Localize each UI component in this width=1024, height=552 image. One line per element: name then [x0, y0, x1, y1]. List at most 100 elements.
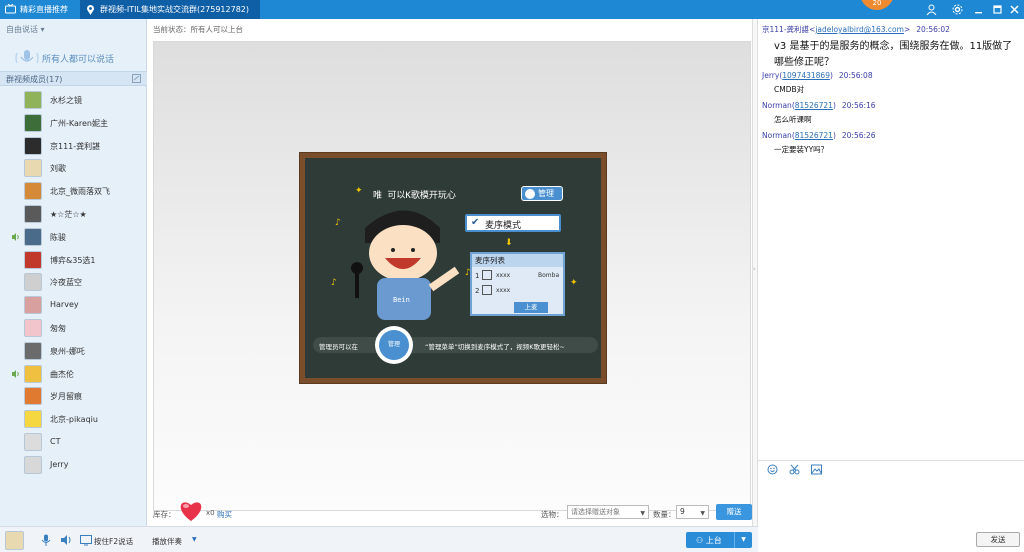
avatar[interactable] — [24, 273, 42, 292]
avatar[interactable] — [24, 296, 42, 315]
expand-icon[interactable] — [132, 74, 141, 83]
maximize-icon[interactable] — [991, 3, 1004, 16]
message-contact-link[interactable]: 81526721 — [795, 131, 833, 140]
member-item[interactable]: 京111-龚利諶 — [0, 135, 147, 157]
chalk-queue-mode: ✔ 麦序模式 — [465, 214, 561, 232]
avatar[interactable] — [24, 341, 42, 360]
microphone-icon[interactable] — [40, 534, 52, 546]
buy-link[interactable]: 购买 — [217, 509, 232, 520]
member-item[interactable]: 北京-pikaqiu — [0, 408, 147, 430]
send-gift-button[interactable]: 赠送 — [716, 504, 752, 520]
message-time: 20:56:16 — [841, 101, 876, 110]
member-name: 陈骏 — [50, 232, 66, 242]
message-contact-link[interactable]: jadeloyalbird@163.com — [815, 25, 904, 34]
monitor-icon[interactable] — [80, 534, 92, 546]
quantity-select[interactable]: 9 ▼ — [676, 505, 709, 519]
hint-left: 管理员可以在 — [319, 343, 358, 351]
queue-row-num: 2 — [475, 287, 480, 295]
chevron-down-icon: ▾ — [40, 25, 45, 34]
avatar[interactable] — [24, 136, 42, 155]
queue-row-name: xxxx — [496, 287, 511, 294]
boy-illustration — [351, 210, 460, 320]
speaker-icon[interactable] — [60, 534, 72, 546]
member-item[interactable]: 广州-Karen妮主 — [0, 112, 147, 134]
chalk-up-button: 上麦 — [514, 302, 548, 313]
member-item[interactable]: 冷夜蓝空 — [0, 271, 147, 293]
avatar[interactable] — [24, 387, 42, 406]
left-splitter[interactable] — [147, 19, 149, 526]
go-onstage-button[interactable]: ⚇ 上台 ▼ — [686, 532, 752, 548]
message-contact-link[interactable]: 81526721 — [795, 101, 833, 110]
arrow-down-icon: ⬇ — [505, 238, 513, 248]
member-name: 广州-Karen妮主 — [50, 118, 108, 128]
self-avatar[interactable] — [5, 531, 24, 550]
chevron-down-icon[interactable]: ▼ — [192, 536, 197, 543]
message-input[interactable] — [758, 478, 1024, 530]
gear-icon[interactable] — [951, 3, 964, 16]
queue-row-song: Bomba — [538, 272, 560, 279]
avatar[interactable] — [24, 250, 42, 269]
message-sender[interactable]: Norman — [762, 131, 792, 140]
member-item[interactable]: 博弈&35选1 — [0, 249, 147, 271]
tab-live-recommend[interactable]: 精彩直播推荐 — [0, 0, 78, 19]
close-icon[interactable] — [1008, 3, 1021, 16]
location-icon — [87, 5, 94, 15]
message-sender[interactable]: 京111-龚利諶 — [762, 25, 809, 34]
message-contact-close: ) — [829, 71, 833, 80]
message-sender[interactable]: Jerry — [762, 71, 779, 80]
image-icon[interactable] — [811, 464, 822, 475]
avatar[interactable] — [24, 227, 42, 246]
avatar[interactable] — [24, 319, 42, 337]
member-item[interactable]: 曲杰伦 — [0, 363, 147, 385]
message-contact-link[interactable]: 1097431869 — [782, 71, 830, 80]
member-name: 岁月留痕 — [50, 392, 82, 402]
quantity-value: 9 — [680, 507, 685, 516]
member-item[interactable]: 水杉之镜 — [0, 89, 147, 111]
member-name: 北京_微雨落双飞 — [50, 187, 110, 197]
member-item[interactable]: 北京_微雨落双飞 — [0, 180, 147, 202]
message-time: 20:56:08 — [838, 71, 873, 80]
push-to-talk-label[interactable]: 按住F2说话 — [94, 536, 133, 547]
message-header: Norman(81526721) 20:56:16 — [762, 101, 876, 110]
level-badge[interactable]: 20 — [860, 0, 894, 10]
member-item[interactable]: 刘歌 — [0, 157, 147, 179]
shirt-text: Bein — [393, 296, 410, 304]
avatar[interactable] — [24, 91, 42, 109]
member-item[interactable]: 陈骏 — [0, 226, 147, 248]
avatar[interactable] — [24, 455, 42, 474]
member-item[interactable]: Jerry — [0, 454, 147, 476]
tab-group-video[interactable]: 群视频-ITIL集地实战交流群(275912782) — [80, 0, 260, 19]
message-body: 一定要装YY吗？ — [774, 145, 829, 154]
message-sender[interactable]: Norman — [762, 101, 792, 110]
avatar[interactable] — [24, 433, 42, 451]
message-time: 20:56:02 — [916, 25, 950, 34]
gift-recipient-select[interactable]: 请选择赠送对象 ▼ — [567, 505, 649, 519]
message-contact-close: > — [903, 25, 911, 34]
send-button[interactable]: 发送 — [976, 532, 1020, 547]
member-item[interactable]: 岁月留痕 — [0, 385, 147, 407]
member-item[interactable]: 匆匆 — [0, 317, 147, 339]
avatar[interactable] — [24, 182, 42, 201]
speaking-icon — [12, 232, 19, 241]
member-name: Harvey — [50, 300, 79, 310]
avatar[interactable] — [24, 205, 42, 223]
emoji-icon[interactable] — [767, 464, 778, 475]
tab-label: 群视频-ITIL集地实战交流群(275912782) — [100, 5, 249, 14]
chalk-manage-label: 管理 — [538, 189, 554, 198]
chevron-down-icon[interactable]: ▼ — [734, 532, 752, 548]
member-item[interactable]: ★☆茫☆★ — [0, 203, 147, 225]
avatar[interactable] — [24, 364, 42, 383]
avatar[interactable] — [24, 113, 42, 132]
message-header: Norman(81526721) 20:56:26 — [762, 131, 876, 140]
speak-mode-select[interactable]: 自由说话 ▾ — [6, 24, 45, 35]
avatar[interactable] — [24, 159, 42, 178]
screenshot-scissors-icon[interactable] — [789, 464, 800, 475]
play-accompaniment-button[interactable]: 播放伴奏 — [152, 536, 182, 547]
avatar[interactable] — [24, 410, 42, 429]
member-item[interactable]: Harvey — [0, 294, 147, 316]
member-item[interactable]: CT — [0, 431, 147, 453]
heart-icon[interactable] — [178, 499, 204, 523]
minimize-icon[interactable] — [972, 3, 985, 16]
user-icon[interactable] — [925, 3, 938, 16]
member-item[interactable]: 泉州-娜吒 — [0, 340, 147, 362]
